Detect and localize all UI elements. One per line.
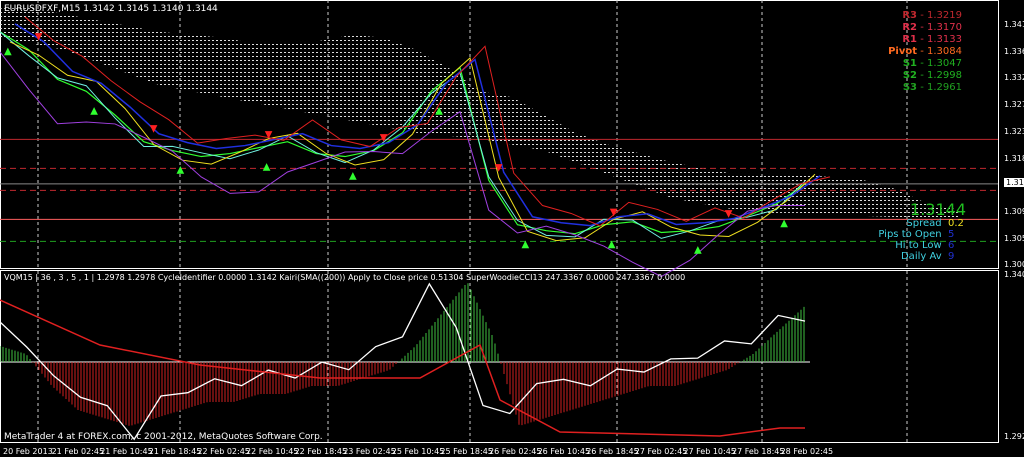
current-price-big: 1.3144 xyxy=(910,200,966,219)
pivot-label-r3: R3 - 1.3219 xyxy=(902,10,962,21)
sell-arrow-icon: ▼ xyxy=(725,209,733,220)
time-tick-label: 22 Feb 18:45 xyxy=(294,447,348,456)
indicator-tick-label: 1.2923 xyxy=(1004,432,1024,441)
sell-arrow-icon: ▼ xyxy=(150,124,158,135)
time-tick-label: 21 Feb 10:45 xyxy=(100,447,153,456)
sell-arrow-icon: ▼ xyxy=(265,130,273,141)
price-tick-label: 1.3320 xyxy=(1004,73,1024,83)
pivot-label-s3: S3 - 1.2961 xyxy=(902,82,962,93)
price-tick-label: 1.3185 xyxy=(1004,153,1024,163)
price-tick-label: 1.3230 xyxy=(1004,126,1024,136)
sell-arrow-icon: ▼ xyxy=(35,32,43,43)
price-tick-label: 1.3095 xyxy=(1004,206,1024,216)
time-tick-label: 22 Feb 02:45 xyxy=(197,447,250,456)
pivot-label-r1: R1 - 1.3133 xyxy=(902,34,962,45)
time-tick-label: 26 Feb 10:45 xyxy=(537,447,591,456)
time-tick-label: 27 Feb 18:45 xyxy=(732,447,785,456)
time-tick-label: 21 Feb 18:45 xyxy=(148,447,202,456)
current-price-label: 1.3144 xyxy=(1004,177,1024,187)
time-tick-label: 20 Feb 2013 xyxy=(3,447,53,456)
buy-arrow-icon: ▲ xyxy=(435,105,443,116)
price-tick-label: 1.3410 xyxy=(1004,20,1024,29)
time-tick-label: 28 Feb 02:45 xyxy=(780,447,834,456)
time-tick-label: 23 Feb 02:45 xyxy=(343,447,396,456)
buy-arrow-icon: ▲ xyxy=(694,245,702,256)
sell-arrow-icon: ▼ xyxy=(495,162,503,173)
buy-arrow-icon: ▲ xyxy=(4,46,12,57)
pivot-label-s2: S2 - 1.2998 xyxy=(902,70,962,81)
buy-arrow-icon: ▲ xyxy=(522,239,530,250)
pivot-label-r2: R2 - 1.3170 xyxy=(902,22,962,33)
price-chart[interactable]: ▲ ▼ ▲ ▼ ▲ ▲ ▼ ▲ ▼ ▲ ▼ ▲ ▲ ▼ ▲ ▼ ▲ xyxy=(0,0,1024,457)
buy-arrow-icon: ▲ xyxy=(349,171,357,182)
sell-arrow-icon: ▼ xyxy=(380,133,388,144)
pivot-label-pivot: Pivot - 1.3084 xyxy=(888,46,962,57)
spread-row: Spread 0.2 xyxy=(906,218,964,229)
indicator-header: VQM15 | 36 , 3 , 5 , 1 | 1.2978 1.2978 C… xyxy=(4,273,686,282)
sell-arrow-icon: ▼ xyxy=(610,207,618,218)
time-tick-label: 27 Feb 02:45 xyxy=(634,447,688,456)
buy-arrow-icon: ▲ xyxy=(608,239,616,250)
pivot-label-s1: S1 - 1.3047 xyxy=(902,58,962,69)
footer-copyright: MetaTrader 4 at FOREX.com, c 2001-2012, … xyxy=(4,432,323,442)
buy-arrow-icon: ▲ xyxy=(263,162,271,173)
price-tick-label: 1.3275 xyxy=(1004,100,1024,110)
price-tick-label: 1.3005 xyxy=(1004,260,1024,270)
time-tick-label: 27 Feb 10:45 xyxy=(683,447,736,456)
buy-arrow-icon: ▲ xyxy=(177,165,185,176)
time-tick-label: 25 Feb 18:45 xyxy=(440,447,493,456)
time-tick-label: 21 Feb 02:45 xyxy=(51,447,105,456)
buy-arrow-icon: ▲ xyxy=(90,105,98,116)
chart-title: EURUSDFXF,M15 1.3142 1.3145 1.3140 1.314… xyxy=(4,4,218,14)
time-tick-label: 25 Feb 10:45 xyxy=(391,447,445,456)
price-tick-label: 1.3050 xyxy=(1004,233,1024,243)
time-tick-label: 22 Feb 10:45 xyxy=(246,447,299,456)
buy-arrow-icon: ▲ xyxy=(780,218,788,229)
price-tick-label: 1.3365 xyxy=(1004,46,1024,56)
pips-row: Pips to Open 5 xyxy=(878,229,955,240)
indicator-tick-label: 1.3409 xyxy=(1004,270,1024,279)
time-tick-label: 26 Feb 02:45 xyxy=(489,447,542,456)
time-tick-label: 26 Feb 18:45 xyxy=(586,447,639,456)
hilo-row: Hi to Low 6 xyxy=(895,240,955,251)
daily-row: Daily Av 9 xyxy=(900,251,955,262)
ichimoku-cloud xyxy=(0,8,960,219)
